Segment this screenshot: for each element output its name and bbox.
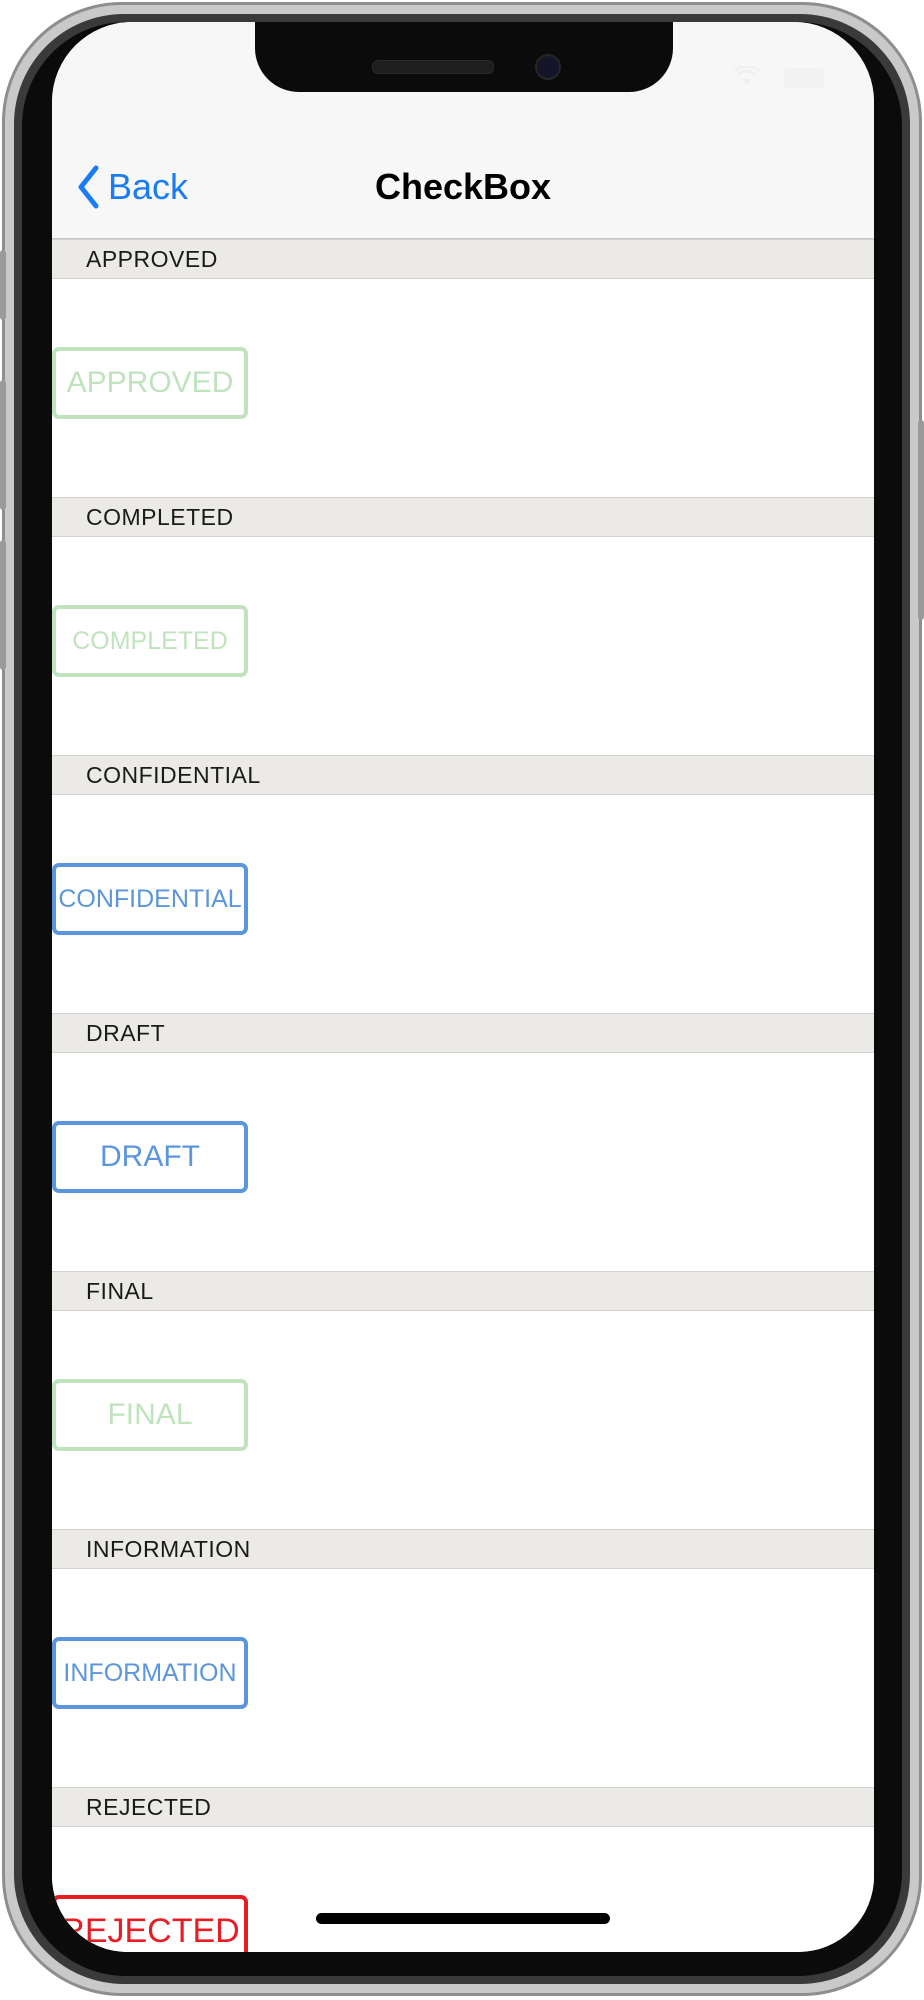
section-draft: DRAFT DRAFT xyxy=(52,1013,874,1271)
speaker-grille xyxy=(372,60,494,74)
page-title: CheckBox xyxy=(374,166,552,207)
phone-frame: 3:13 Back CheckBox APPROVED APPROVED COM… xyxy=(0,0,924,2000)
home-indicator[interactable] xyxy=(316,1913,610,1924)
battery-icon xyxy=(784,68,824,88)
power-button xyxy=(918,420,924,620)
final-stamp[interactable]: FINAL xyxy=(52,1379,248,1451)
section-body: COMPLETED xyxy=(52,537,874,755)
section-body: INFORMATION xyxy=(52,1569,874,1787)
section-header: INFORMATION xyxy=(52,1529,874,1569)
stamp-list: APPROVED APPROVED COMPLETED COMPLETED CO… xyxy=(52,239,874,1952)
wifi-icon xyxy=(734,66,760,85)
screen: 3:13 Back CheckBox APPROVED APPROVED COM… xyxy=(52,22,874,1952)
section-information: INFORMATION INFORMATION xyxy=(52,1529,874,1787)
volume-down-button xyxy=(0,540,6,670)
section-body: REJECTED xyxy=(52,1827,874,1952)
section-confidential: CONFIDENTIAL CONFIDENTIAL xyxy=(52,755,874,1013)
completed-stamp[interactable]: COMPLETED xyxy=(52,605,248,677)
section-completed: COMPLETED COMPLETED xyxy=(52,497,874,755)
notch xyxy=(255,22,673,92)
status-icons xyxy=(734,66,824,90)
information-stamp[interactable]: INFORMATION xyxy=(52,1637,248,1709)
status-time: 3:13 xyxy=(142,58,207,94)
section-body: CONFIDENTIAL xyxy=(52,795,874,1013)
section-header: CONFIDENTIAL xyxy=(52,755,874,795)
section-header: COMPLETED xyxy=(52,497,874,537)
section-header: APPROVED xyxy=(52,239,874,279)
approved-stamp[interactable]: APPROVED xyxy=(52,347,248,419)
rejected-stamp[interactable]: REJECTED xyxy=(52,1895,248,1952)
section-header: DRAFT xyxy=(52,1013,874,1053)
section-final: FINAL FINAL xyxy=(52,1271,874,1529)
mute-switch xyxy=(0,250,6,320)
section-body: APPROVED xyxy=(52,279,874,497)
draft-stamp[interactable]: DRAFT xyxy=(52,1121,248,1193)
confidential-stamp[interactable]: CONFIDENTIAL xyxy=(52,863,248,935)
section-body: DRAFT xyxy=(52,1053,874,1271)
navigation-bar: Back CheckBox xyxy=(52,132,874,239)
volume-up-button xyxy=(0,380,6,510)
section-body: FINAL xyxy=(52,1311,874,1529)
front-camera xyxy=(535,54,561,80)
section-header: FINAL xyxy=(52,1271,874,1311)
section-approved: APPROVED APPROVED xyxy=(52,239,874,497)
section-rejected: REJECTED REJECTED xyxy=(52,1787,874,1952)
section-header: REJECTED xyxy=(52,1787,874,1827)
